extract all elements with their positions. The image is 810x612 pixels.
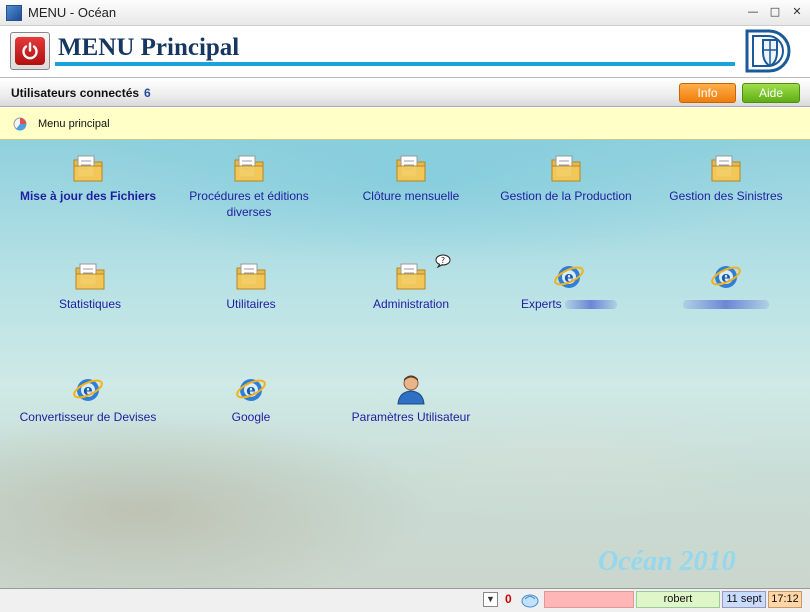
menu-item-production[interactable]: Gestion de la Production <box>486 152 646 204</box>
menu-area: Mise à jour des Fichiers Procédures et é… <box>0 140 810 588</box>
menu-item-parametres[interactable]: Paramètres Utilisateur <box>331 373 491 425</box>
status-time: 17:12 <box>768 591 802 608</box>
menu-item-label: Mise à jour des Fichiers <box>19 189 157 203</box>
menu-item-label: Administration <box>372 297 450 311</box>
power-button[interactable] <box>10 32 50 70</box>
page-header: MENU Principal <box>0 26 810 78</box>
menu-item-cloture[interactable]: Clôture mensuelle <box>331 152 491 204</box>
menu-item-redacted-link[interactable]: e <box>646 260 806 312</box>
menu-item-label: Statistiques <box>58 297 122 311</box>
svg-text:?: ? <box>441 256 445 265</box>
minimize-icon[interactable]: — <box>746 5 760 19</box>
menu-item-label: Paramètres Utilisateur <box>351 410 471 424</box>
breadcrumb: Menu principal <box>0 108 810 140</box>
menu-item-sinistres[interactable]: Gestion des Sinistres <box>646 152 806 204</box>
aide-button[interactable]: Aide <box>742 83 800 103</box>
status-bar: ▼ 0 robert 11 sept 17:12 <box>0 588 810 612</box>
notification-count: 0 <box>505 592 512 606</box>
menu-item-label: Convertisseur de Devises <box>19 410 157 424</box>
title-underline <box>55 62 735 66</box>
redacted-text <box>565 300 618 310</box>
menu-item-statistiques[interactable]: Statistiques <box>10 260 170 312</box>
app-icon <box>6 4 22 21</box>
info-button[interactable]: Info <box>679 83 736 103</box>
folder-icon <box>396 263 426 290</box>
folder-icon <box>551 155 581 182</box>
close-icon[interactable]: ✕ <box>790 5 804 19</box>
window-titlebar: MENU - Océan — □ ✕ <box>0 0 810 26</box>
status-dropdown[interactable]: ▼ <box>483 592 498 607</box>
speech-bubble-icon: ? <box>435 254 451 268</box>
redacted-text <box>683 300 769 310</box>
user-icon <box>397 375 425 405</box>
menu-item-label: Gestion des Sinistres <box>669 189 783 203</box>
menu-item-label: Experts <box>489 296 649 312</box>
internet-explorer-icon: e <box>711 266 741 288</box>
menu-item-label: Procédures et éditions diverses <box>189 189 309 219</box>
menu-item-label: Clôture mensuelle <box>362 189 460 203</box>
menu-item-label: Gestion de la Production <box>500 189 632 203</box>
menu-item-procedures[interactable]: Procédures et éditions diverses <box>169 152 329 220</box>
menu-item-utilitaires[interactable]: Utilitaires <box>171 260 331 312</box>
menu-item-mise-a-jour[interactable]: Mise à jour des Fichiers <box>8 152 168 204</box>
internet-explorer-icon: e <box>73 379 103 401</box>
page-title: MENU Principal <box>58 34 240 61</box>
watermark: Océan 2010 <box>598 546 736 577</box>
power-icon <box>15 37 45 65</box>
menu-home-icon <box>12 117 28 131</box>
window-title: MENU - Océan <box>28 5 117 20</box>
menu-item-administration[interactable]: Administration <box>331 260 491 312</box>
users-connected-label: Utilisateurs connectés <box>11 86 140 100</box>
folder-icon <box>711 155 741 182</box>
folder-icon <box>396 155 426 182</box>
users-bar: Utilisateurs connectés 6 Info Aide <box>0 79 810 107</box>
folder-icon <box>73 155 103 182</box>
folder-icon <box>236 263 266 290</box>
status-redacted <box>544 591 634 608</box>
folder-icon <box>75 263 105 290</box>
messages-icon[interactable] <box>520 591 540 609</box>
menu-item-label: Google <box>231 410 271 424</box>
menu-item-label: Utilitaires <box>226 297 276 311</box>
folder-icon <box>234 155 264 182</box>
menu-item-google[interactable]: e Google <box>171 373 331 425</box>
breadcrumb-text: Menu principal <box>38 118 110 130</box>
menu-item-experts[interactable]: e Experts <box>489 260 649 312</box>
internet-explorer-icon: e <box>236 379 266 401</box>
internet-explorer-icon: e <box>554 266 584 288</box>
company-logo <box>743 28 797 74</box>
maximize-icon[interactable]: □ <box>768 5 782 19</box>
users-connected-count: 6 <box>144 86 151 100</box>
status-user: robert <box>636 591 720 608</box>
menu-item-label <box>646 296 806 312</box>
status-date: 11 sept <box>722 591 766 608</box>
menu-item-convertisseur[interactable]: e Convertisseur de Devises <box>8 373 168 425</box>
